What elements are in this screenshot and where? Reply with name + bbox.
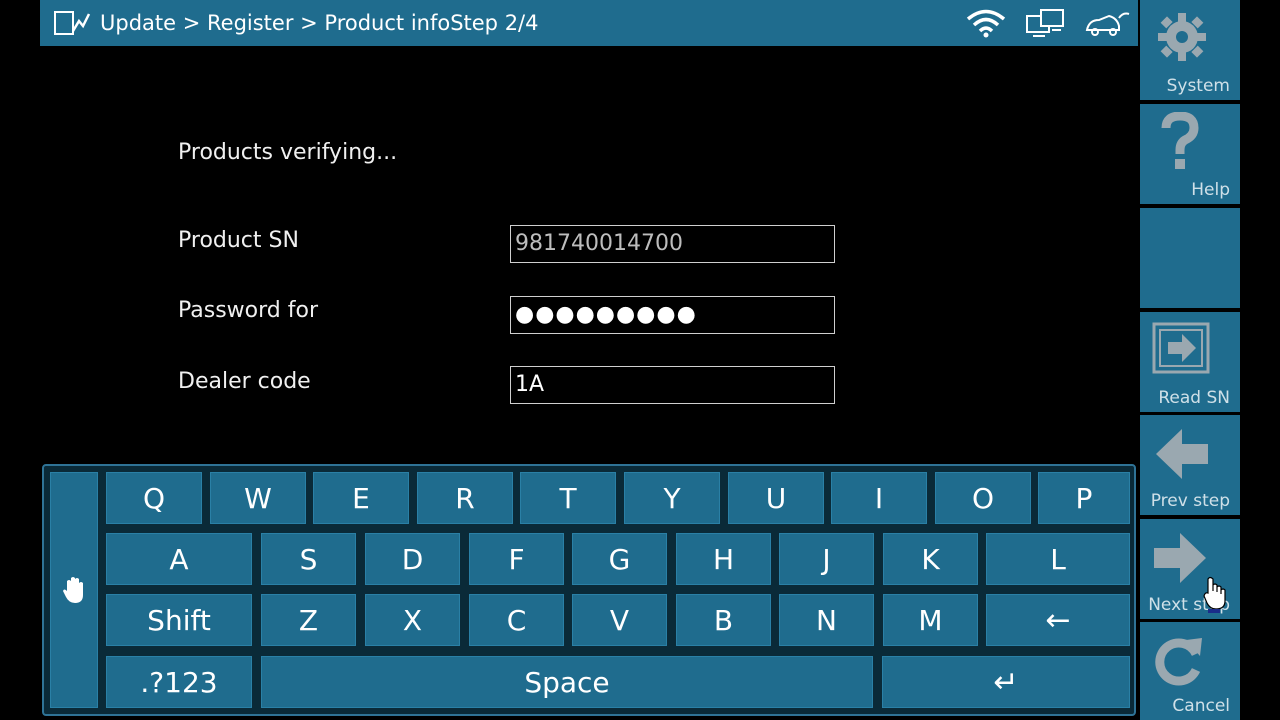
read-sn-icon (1152, 322, 1210, 374)
key-f[interactable]: F (469, 533, 564, 585)
product-sn-label: Product SN (178, 228, 299, 253)
vehicle-icon (1085, 12, 1130, 36)
key-symbols[interactable]: .?123 (106, 656, 252, 708)
key-k[interactable]: K (883, 533, 978, 585)
key-a[interactable]: A (106, 533, 252, 585)
help-label: Help (1191, 180, 1230, 200)
dealer-code-field[interactable]: 1A (510, 366, 835, 404)
key-j[interactable]: J (779, 533, 874, 585)
prev-step-button[interactable]: Prev step (1140, 415, 1240, 515)
key-g[interactable]: G (572, 533, 667, 585)
gear-icon (1158, 13, 1206, 61)
status-text: Products verifying... (178, 140, 398, 165)
refresh-icon (1155, 638, 1202, 686)
key-c[interactable]: C (469, 594, 564, 646)
keyboard-move-handle[interactable] (50, 472, 98, 708)
key-u[interactable]: U (728, 472, 824, 524)
key-y[interactable]: Y (624, 472, 720, 524)
password-label: Password for (178, 298, 319, 323)
enter-key[interactable]: ↵ (882, 656, 1130, 708)
key-m[interactable]: M (883, 594, 978, 646)
key-b[interactable]: B (676, 594, 771, 646)
key-t[interactable]: T (520, 472, 616, 524)
cancel-label: Cancel (1172, 696, 1230, 716)
key-i[interactable]: I (831, 472, 927, 524)
edit-chart-icon (54, 11, 91, 35)
key-s[interactable]: S (261, 533, 356, 585)
key-l[interactable]: L (986, 533, 1130, 585)
key-h[interactable]: H (676, 533, 771, 585)
product-sn-field[interactable]: 981740014700 (510, 225, 835, 263)
key-v[interactable]: V (572, 594, 667, 646)
key-n[interactable]: N (779, 594, 874, 646)
key-q[interactable]: Q (106, 472, 202, 524)
key-d[interactable]: D (365, 533, 460, 585)
read-sn-label: Read SN (1158, 388, 1230, 408)
arrow-left-icon (1156, 429, 1208, 479)
cancel-button[interactable]: Cancel (1140, 622, 1240, 720)
hand-cursor-icon (1203, 576, 1226, 613)
question-icon (1161, 112, 1199, 169)
password-field[interactable]: ●●●●●●●●● (510, 296, 835, 334)
key-shift[interactable]: Shift (106, 594, 252, 646)
key-p[interactable]: P (1038, 472, 1130, 524)
arrow-right-icon (1154, 533, 1206, 583)
key-r[interactable]: R (417, 472, 513, 524)
system-label: System (1166, 76, 1230, 96)
app-window: Update > Register > Product infoStep 2/4… (0, 0, 1280, 720)
hand-icon (63, 577, 83, 603)
help-button[interactable]: Help (1140, 104, 1240, 204)
prev-step-label: Prev step (1150, 491, 1230, 511)
wifi-icon (966, 9, 1006, 38)
system-button[interactable]: System (1140, 0, 1240, 100)
key-o[interactable]: O (935, 472, 1031, 524)
backspace-key[interactable]: ← (986, 594, 1130, 646)
key-space[interactable]: Space (261, 656, 873, 708)
blank-side-button (1140, 208, 1240, 308)
header-bar: Update > Register > Product infoStep 2/4 (40, 0, 1138, 46)
next-step-button[interactable]: Next step (1140, 519, 1240, 619)
key-z[interactable]: Z (261, 594, 356, 646)
onscreen-keyboard: Q W E R T Y U I O P A S D F G H J K L Sh… (42, 464, 1136, 716)
key-e[interactable]: E (313, 472, 409, 524)
network-icon (1026, 9, 1064, 37)
key-w[interactable]: W (210, 472, 306, 524)
read-sn-button[interactable]: Read SN (1140, 312, 1240, 412)
key-x[interactable]: X (365, 594, 460, 646)
dealer-code-label: Dealer code (178, 369, 311, 394)
breadcrumb-title: Update > Register > Product infoStep 2/4 (100, 11, 539, 35)
